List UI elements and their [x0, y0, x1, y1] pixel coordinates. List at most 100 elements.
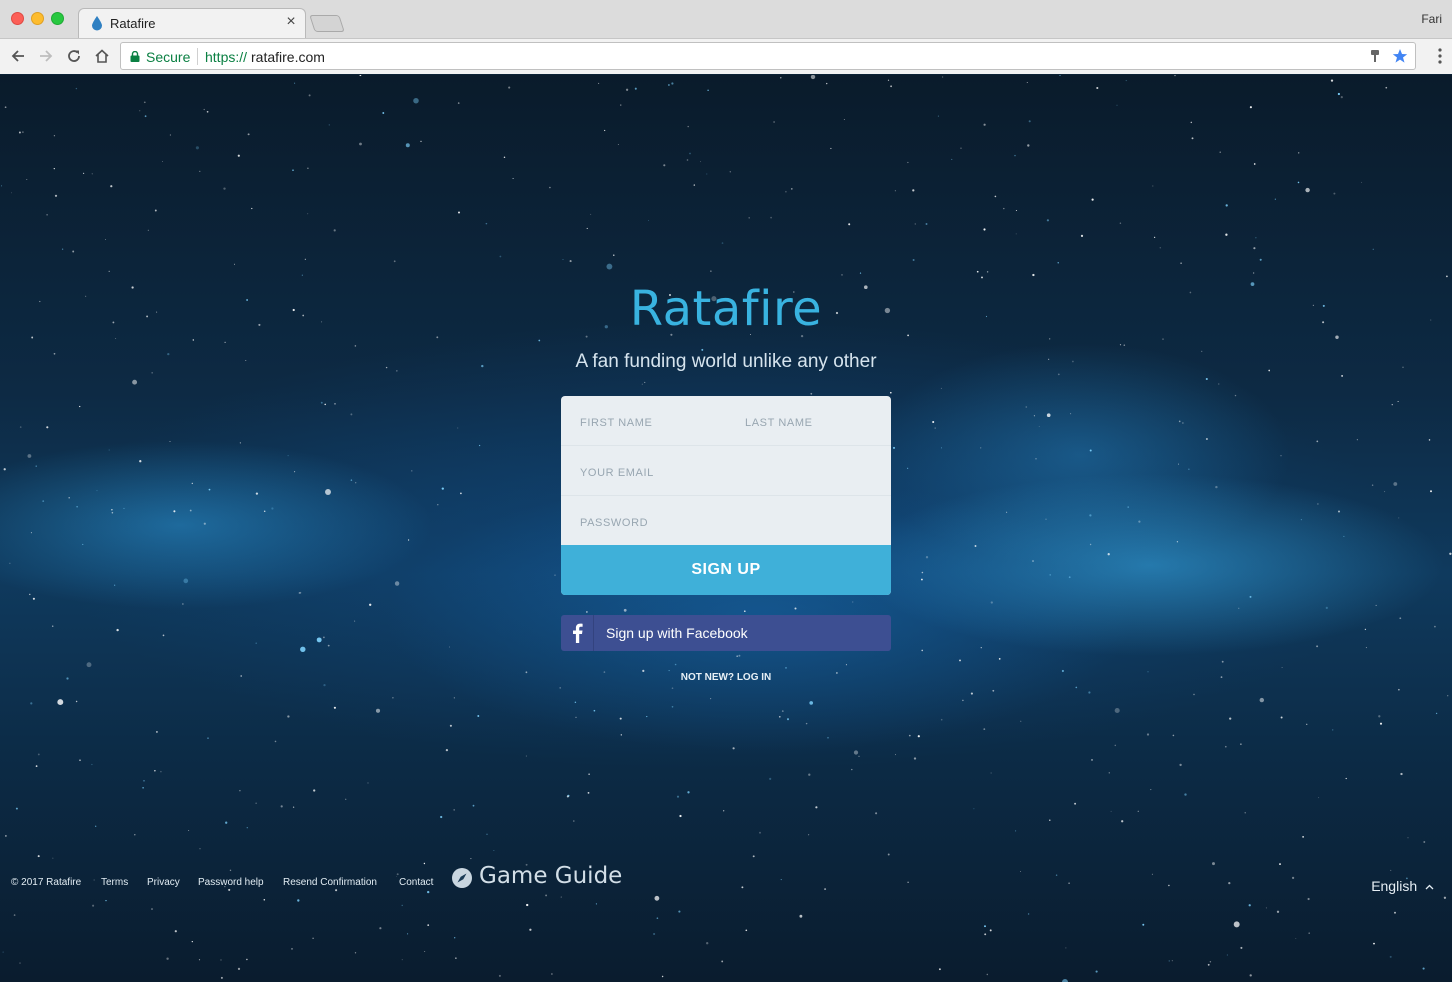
star: [785, 190, 787, 193]
password-help-link[interactable]: Password help: [198, 877, 264, 888]
resend-confirmation-link[interactable]: Resend Confirmation: [283, 877, 377, 888]
star: [225, 821, 228, 824]
star: [255, 492, 259, 495]
bookmark-star-icon[interactable]: [1392, 48, 1408, 64]
key-icon[interactable]: [1369, 49, 1381, 63]
star: [1333, 192, 1336, 195]
star: [826, 82, 828, 85]
star: [92, 904, 95, 907]
first-name-field[interactable]: FIRST NAME: [580, 417, 730, 433]
tab-ratafire[interactable]: Ratafire ×: [78, 8, 306, 38]
tab-close-icon[interactable]: ×: [283, 13, 299, 31]
star: [307, 213, 309, 215]
star: [1114, 707, 1120, 714]
star: [207, 737, 209, 739]
star: [1171, 960, 1173, 962]
more-menu-icon[interactable]: [1438, 48, 1442, 64]
star: [1394, 911, 1396, 914]
profile-button[interactable]: Fari: [1421, 12, 1442, 26]
star: [912, 189, 915, 192]
star: [173, 510, 176, 513]
star: [4, 106, 7, 109]
star: [1168, 960, 1171, 962]
star: [710, 698, 712, 700]
star: [934, 427, 936, 429]
star: [323, 683, 326, 687]
star: [206, 110, 209, 113]
star: [983, 123, 986, 126]
facebook-signup-button[interactable]: Sign up with Facebook: [561, 615, 891, 651]
star: [770, 216, 772, 219]
star: [932, 420, 935, 424]
star: [379, 927, 382, 930]
star: [134, 833, 136, 836]
star: [1317, 503, 1319, 505]
forward-button[interactable]: [35, 45, 57, 67]
star: [1188, 468, 1190, 470]
star: [354, 620, 356, 622]
star: [759, 831, 761, 834]
login-link[interactable]: NOT NEW? LOG IN: [0, 672, 1452, 683]
star: [320, 401, 323, 404]
star: [72, 250, 75, 253]
star: [354, 952, 357, 954]
tab-strip: Ratafire × Fari: [0, 0, 1452, 38]
star: [810, 75, 816, 80]
star: [1375, 604, 1377, 606]
brand-logo[interactable]: Ratafire: [0, 281, 1452, 337]
star: [1162, 338, 1164, 340]
star: [61, 248, 64, 250]
contact-link[interactable]: Contact: [399, 877, 433, 888]
zoom-window-button[interactable]: [51, 12, 64, 25]
email-field[interactable]: YOUR EMAIL: [580, 467, 880, 483]
star: [738, 654, 741, 657]
reload-button[interactable]: [63, 45, 85, 67]
close-window-button[interactable]: [11, 12, 24, 25]
star: [980, 447, 982, 449]
terms-link[interactable]: Terms: [101, 877, 128, 888]
star: [895, 754, 896, 756]
last-name-field[interactable]: LAST NAME: [745, 417, 885, 433]
star: [1212, 862, 1215, 866]
star: [392, 697, 394, 699]
star: [960, 147, 962, 150]
star: [82, 172, 85, 175]
star: [169, 134, 171, 136]
star: [1184, 793, 1187, 796]
star: [1209, 961, 1212, 963]
star: [748, 217, 750, 219]
star: [350, 413, 353, 416]
star: [37, 753, 40, 756]
star: [1074, 802, 1077, 805]
star: [1279, 863, 1281, 866]
privacy-link[interactable]: Privacy: [147, 877, 180, 888]
signup-form: FIRST NAME LAST NAME YOUR EMAIL PASSWORD…: [561, 396, 891, 595]
star: [413, 97, 419, 104]
address-bar[interactable]: Secure https:// ratafire.com: [120, 42, 1416, 70]
password-field[interactable]: PASSWORD: [580, 517, 880, 533]
star: [619, 717, 622, 720]
star: [623, 608, 627, 612]
star: [992, 689, 995, 692]
star: [2, 951, 4, 953]
star: [423, 862, 426, 865]
language-selector[interactable]: English: [1371, 878, 1434, 894]
star: [27, 454, 32, 458]
star: [1088, 691, 1091, 694]
star: [37, 855, 40, 858]
new-tab-button[interactable]: [309, 15, 345, 32]
star: [247, 133, 250, 136]
home-button[interactable]: [91, 45, 113, 67]
language-label: English: [1371, 878, 1418, 894]
star: [841, 273, 843, 276]
minimize-window-button[interactable]: [31, 12, 44, 25]
signup-button[interactable]: SIGN UP: [561, 545, 891, 595]
back-button[interactable]: [7, 45, 29, 67]
star: [1378, 715, 1381, 718]
star: [355, 482, 357, 484]
star: [848, 223, 851, 226]
star: [593, 709, 596, 712]
star: [1075, 686, 1078, 689]
star: [470, 858, 472, 860]
star: [424, 951, 426, 953]
